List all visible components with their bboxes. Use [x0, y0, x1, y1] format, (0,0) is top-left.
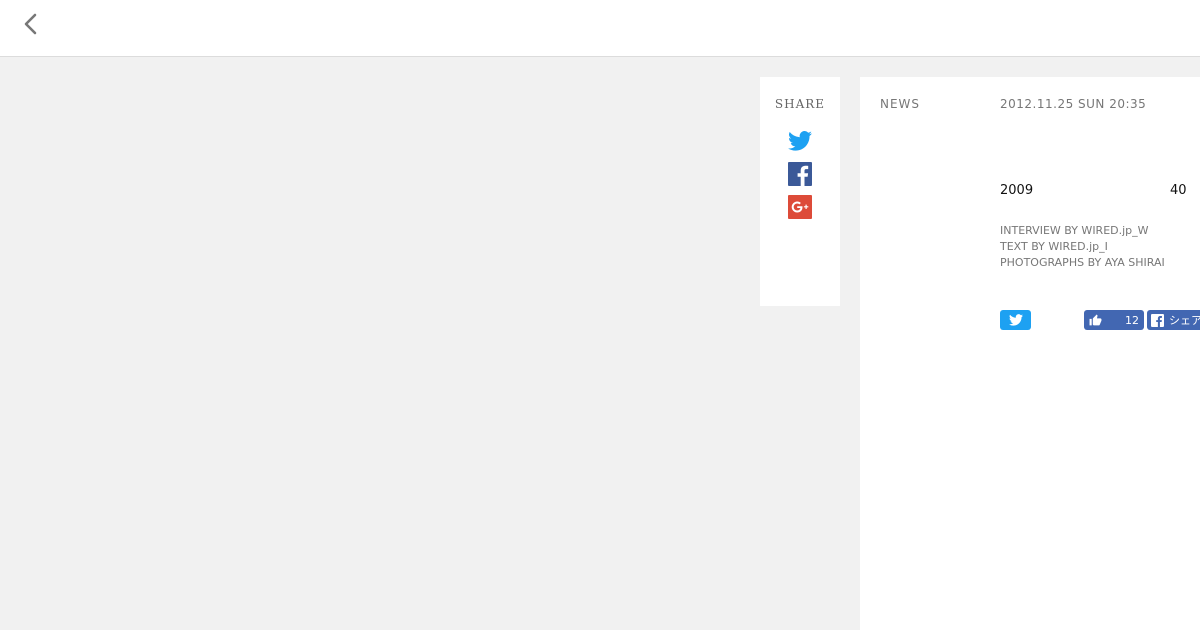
- credit-photographs: PHOTOGRAPHS BY AYA SHIRAI: [1000, 256, 1165, 269]
- credit-text: TEXT BY WIRED.jp_I: [1000, 240, 1108, 253]
- top-bar: [0, 0, 1200, 57]
- tweet-button[interactable]: [1000, 310, 1031, 330]
- article-category[interactable]: NEWS: [880, 97, 920, 111]
- twitter-icon: [1008, 314, 1023, 326]
- facebook-icon: [1151, 313, 1164, 327]
- article-lead-year: 2009: [1000, 183, 1034, 198]
- share-panel: SHARE: [760, 77, 840, 306]
- twitter-share-button[interactable]: [787, 128, 813, 154]
- facebook-share-label-button[interactable]: シェア: [1147, 310, 1200, 330]
- thumbs-up-icon: [1089, 314, 1102, 325]
- article-lead-number: 40: [1170, 183, 1187, 198]
- share-title: SHARE: [774, 97, 826, 111]
- article-credits: INTERVIEW BY WIRED.jp_W TEXT BY WIRED.jp…: [1000, 223, 1165, 271]
- facebook-like-button[interactable]: 12: [1084, 310, 1144, 330]
- google-plus-share-button[interactable]: [787, 194, 813, 220]
- article-card: NEWS 2012.11.25 SUN 20:35 2009 40 INTERV…: [860, 77, 1200, 630]
- credit-interview: INTERVIEW BY WIRED.jp_W: [1000, 224, 1149, 237]
- article-date: 2012.11.25 SUN 20:35: [1000, 97, 1147, 111]
- chevron-left-icon: [24, 13, 37, 35]
- twitter-icon: [788, 131, 812, 151]
- like-count: 12: [1125, 313, 1139, 327]
- back-button[interactable]: [18, 10, 44, 38]
- google-plus-icon: [788, 195, 812, 219]
- facebook-share-button[interactable]: [787, 161, 813, 187]
- share-label: シェア: [1169, 314, 1200, 327]
- facebook-icon: [788, 162, 812, 186]
